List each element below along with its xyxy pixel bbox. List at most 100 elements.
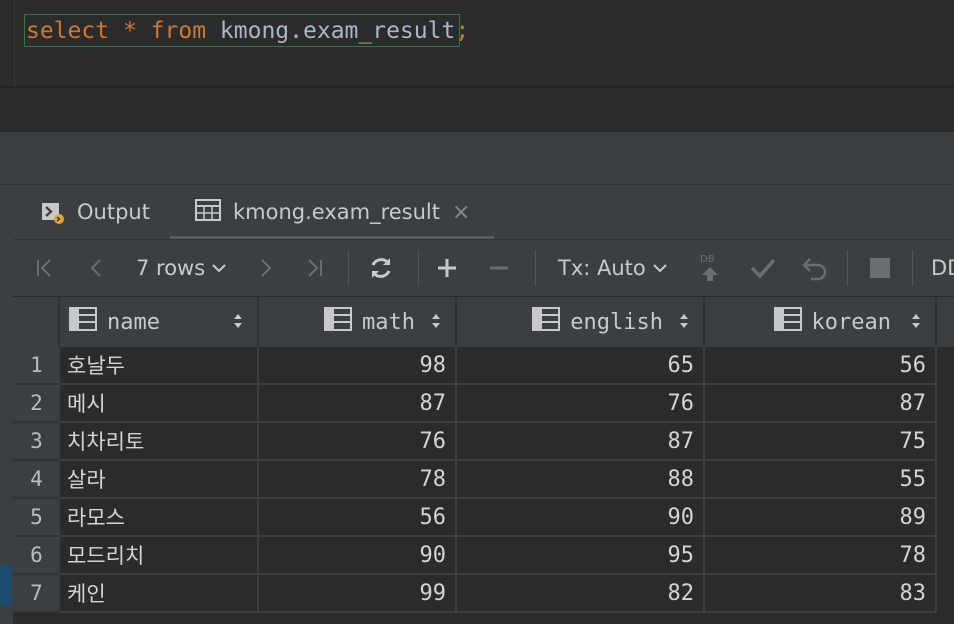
- table-row[interactable]: 6 모드리치 90 95 78: [13, 537, 954, 575]
- column-label: english: [570, 309, 663, 335]
- close-tab-icon[interactable]: ×: [452, 200, 470, 225]
- table-row[interactable]: 4 살라 78 88 55: [13, 461, 954, 499]
- previous-page-icon[interactable]: [85, 240, 109, 296]
- last-page-icon[interactable]: [302, 240, 326, 296]
- cell-math[interactable]: 87: [259, 385, 457, 423]
- cell-english[interactable]: 82: [457, 575, 705, 613]
- row-number-header: [13, 297, 60, 347]
- editor-lower-area: [0, 88, 954, 132]
- commit-to-db-icon[interactable]: DB: [698, 240, 722, 296]
- sql-editor[interactable]: select * from kmong.exam_result;: [0, 0, 954, 86]
- next-page-icon[interactable]: [253, 240, 277, 296]
- cell-math[interactable]: 98: [259, 347, 457, 385]
- table-row[interactable]: 7 케인 99 82 83: [13, 575, 954, 613]
- column-icon: [773, 307, 802, 337]
- delete-row-icon[interactable]: [487, 240, 511, 296]
- keyword-select: select: [26, 18, 110, 44]
- cell-english[interactable]: 88: [457, 461, 705, 499]
- cell-math[interactable]: 99: [259, 575, 457, 613]
- chevron-down-icon: [652, 262, 668, 274]
- table-identifier: kmong.exam_result: [219, 18, 456, 44]
- toolbar-separator: [912, 250, 913, 286]
- submit-checkmark-icon[interactable]: [749, 240, 777, 296]
- left-tool-strip: [0, 185, 13, 624]
- cell-english[interactable]: 65: [457, 347, 705, 385]
- db-badge: DB: [700, 254, 715, 265]
- chevron-down-icon: [211, 262, 227, 274]
- sort-icon[interactable]: [431, 310, 441, 332]
- sql-query-line[interactable]: select * from kmong.exam_result;: [26, 14, 469, 48]
- cell-korean[interactable]: 89: [705, 499, 937, 537]
- table-row[interactable]: 5 라모스 56 90 89: [13, 499, 954, 537]
- column-header-english[interactable]: english: [457, 297, 705, 347]
- cell-english[interactable]: 95: [457, 537, 705, 575]
- cell-english[interactable]: 90: [457, 499, 705, 537]
- cell-math[interactable]: 56: [259, 499, 457, 537]
- cell-math[interactable]: 78: [259, 461, 457, 499]
- column-label: math: [362, 309, 415, 335]
- sort-icon[interactable]: [911, 310, 921, 332]
- rows-count-dropdown[interactable]: 7 rows: [136, 240, 227, 296]
- row-number: 7: [13, 575, 60, 613]
- row-number: 5: [13, 499, 60, 537]
- row-number: 2: [13, 385, 60, 423]
- left-strip-highlight: [0, 565, 11, 605]
- column-header-name[interactable]: name: [60, 297, 259, 347]
- cell-korean[interactable]: 87: [705, 385, 937, 423]
- cell-math[interactable]: 76: [259, 423, 457, 461]
- cell-english[interactable]: 87: [457, 423, 705, 461]
- cell-korean[interactable]: 78: [705, 537, 937, 575]
- revert-icon[interactable]: [801, 240, 829, 296]
- sort-icon[interactable]: [233, 310, 243, 332]
- column-icon: [69, 307, 97, 337]
- cell-name[interactable]: 라모스: [60, 499, 259, 537]
- row-number: 4: [13, 461, 60, 499]
- tab-exam-result[interactable]: kmong.exam_result ×: [195, 185, 470, 239]
- cell-name[interactable]: 살라: [60, 461, 259, 499]
- refresh-icon[interactable]: [368, 240, 394, 296]
- results-toolbar: 7 rows Tx: Auto DB D: [13, 240, 954, 296]
- first-page-icon[interactable]: [33, 240, 57, 296]
- column-label: korean: [811, 309, 891, 335]
- table-row[interactable]: 1 호날두 98 65 56: [13, 347, 954, 385]
- cell-name[interactable]: 호날두: [60, 347, 259, 385]
- table-row[interactable]: 3 치차리토 76 87 75: [13, 423, 954, 461]
- cell-math[interactable]: 90: [259, 537, 457, 575]
- row-number: 1: [13, 347, 60, 385]
- star-operator: *: [122, 18, 137, 44]
- column-header-math[interactable]: math: [259, 297, 457, 347]
- column-header-korean[interactable]: korean: [705, 297, 937, 347]
- tab-output[interactable]: Output: [41, 185, 150, 239]
- rows-count-label: 7 rows: [136, 256, 206, 280]
- transaction-mode-dropdown[interactable]: Tx: Auto: [558, 240, 668, 296]
- cell-name[interactable]: 모드리치: [60, 537, 259, 575]
- ddl-button[interactable]: DD: [931, 240, 954, 296]
- table-header: name math english korean: [13, 297, 954, 347]
- cell-korean[interactable]: 83: [705, 575, 937, 613]
- table-row[interactable]: 2 메시 87 76 87: [13, 385, 954, 423]
- editor-gutter-line: [14, 0, 15, 86]
- sort-icon[interactable]: [679, 310, 689, 332]
- cell-korean[interactable]: 56: [705, 347, 937, 385]
- column-icon: [324, 307, 353, 337]
- cell-korean[interactable]: 75: [705, 423, 937, 461]
- transaction-mode-label: Tx: Auto: [558, 256, 646, 280]
- toolbar-separator: [348, 250, 349, 286]
- console-output-icon: [41, 201, 64, 224]
- cell-name[interactable]: 치차리토: [60, 423, 259, 461]
- result-grid: name math english korean 1 호날두 98 65 56 …: [13, 297, 954, 624]
- tab-exam-result-label: kmong.exam_result: [233, 200, 440, 224]
- stop-icon[interactable]: [869, 240, 891, 296]
- row-number: 3: [13, 423, 60, 461]
- cell-korean[interactable]: 55: [705, 461, 937, 499]
- cell-name[interactable]: 메시: [60, 385, 259, 423]
- table-grid-icon: [195, 198, 221, 226]
- add-row-icon[interactable]: [435, 240, 459, 296]
- cell-name[interactable]: 케인: [60, 575, 259, 613]
- semicolon: ;: [455, 18, 470, 44]
- keyword-from: from: [150, 18, 207, 44]
- cell-english[interactable]: 76: [457, 385, 705, 423]
- toolbar-separator: [847, 250, 848, 286]
- panel-spacer: [0, 133, 954, 185]
- toolbar-separator: [535, 250, 536, 286]
